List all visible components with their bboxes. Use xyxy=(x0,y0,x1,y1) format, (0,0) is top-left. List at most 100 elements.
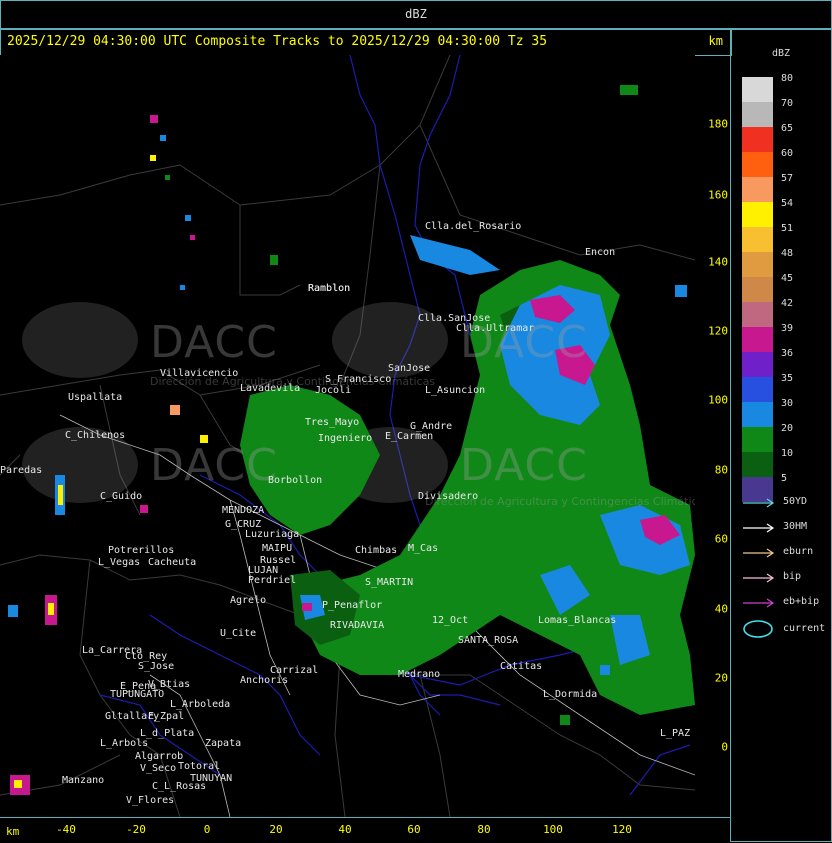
legend-level-label: 65 xyxy=(781,123,794,134)
current-label: current xyxy=(783,623,826,634)
place-label: Tres_Mayo xyxy=(305,417,360,428)
y-axis: 180 160 140 120 100 80 60 40 20 0 xyxy=(695,55,730,817)
y-tick-label: 0 xyxy=(721,740,728,754)
legend-level-label: 80 xyxy=(781,73,794,84)
place-label: MENDOZA xyxy=(222,505,265,516)
legend-level-label: 70 xyxy=(781,98,794,109)
place-label: L_Vegas xyxy=(98,557,141,568)
watermark-text: DACC xyxy=(460,440,588,491)
y-tick-label: 100 xyxy=(708,393,728,407)
place-label: V_Flores xyxy=(126,795,175,806)
place-label: E_Carmen xyxy=(385,431,434,442)
track-arrow-icon xyxy=(743,598,775,608)
place-label: Jocoli xyxy=(315,385,352,396)
radar-map[interactable]: DACC DACC DACC DACC Dirección de Agricul… xyxy=(0,55,695,817)
legend-level-label: 45 xyxy=(781,273,794,284)
track-label: eb+bip xyxy=(783,596,820,607)
place-label: M_Cas xyxy=(408,543,439,554)
legend-level-label: 42 xyxy=(781,298,794,309)
x-unit-label: km xyxy=(6,825,20,838)
legend-swatch xyxy=(742,177,773,202)
place-label: P_Penaflor xyxy=(322,600,383,611)
place-label: Lomas_Blancas xyxy=(538,615,617,626)
place-label: 12_Oct xyxy=(432,615,469,626)
track-label: 30HM xyxy=(783,521,808,532)
place-label: Russel xyxy=(260,555,297,566)
place-label: Anchoris xyxy=(240,675,289,686)
place-label: Lavadevila xyxy=(240,383,301,394)
track-label: bip xyxy=(783,571,802,582)
place-label: U_Cite xyxy=(220,628,257,639)
legend-swatch xyxy=(742,202,773,227)
top-bar: dBZ xyxy=(0,0,832,30)
place-label: SANTA_ROSA xyxy=(458,635,519,646)
y-tick-label: 140 xyxy=(708,255,728,269)
y-tick-label: 60 xyxy=(714,532,728,546)
place-label: SanJose xyxy=(388,363,431,374)
place-label: Manzano xyxy=(62,775,105,786)
map-title: 2025/12/29 04:30:00 UTC Composite Tracks… xyxy=(7,34,548,49)
x-tick-label: 40 xyxy=(338,823,352,836)
legend-title: dBZ xyxy=(771,48,791,59)
place-label: L_Dormida xyxy=(543,689,598,700)
legend-level-label: 35 xyxy=(781,373,794,384)
place-label: Divisadero xyxy=(418,491,479,502)
x-tick-label: -20 xyxy=(126,823,146,836)
place-label: Potrerillos xyxy=(108,545,175,556)
legend-swatch xyxy=(742,252,773,277)
place-label: V_Seco xyxy=(140,763,177,774)
place-label: S_MARTIN xyxy=(365,577,414,588)
legend-level-label: 5 xyxy=(781,473,788,484)
track-arrow-icon xyxy=(743,573,775,583)
place-label: Villavicencio xyxy=(160,368,239,379)
place-label: Chimbas xyxy=(355,545,398,556)
place-label: Ramblon xyxy=(308,283,351,294)
place-label: L_PAZ xyxy=(660,728,691,739)
y-tick-label: 40 xyxy=(714,602,728,616)
track-arrow-icon xyxy=(743,523,775,533)
place-label: C_Guido xyxy=(100,491,143,502)
place-label: C_L_Rosas xyxy=(152,781,207,792)
km-unit-label: km xyxy=(708,34,723,48)
place-label: Paredas xyxy=(0,465,43,476)
place-label: RIVADAVIA xyxy=(330,620,385,631)
place-label: Medrano xyxy=(398,669,441,680)
place-label: Luzuriaga xyxy=(245,529,300,540)
place-label: Clla.Ultramar xyxy=(456,323,535,334)
place-label: L_Arbols xyxy=(100,738,149,749)
legend-swatch xyxy=(742,452,773,477)
place-label: Zapata xyxy=(205,738,242,749)
legend-swatch xyxy=(742,277,773,302)
legend-level-label: 51 xyxy=(781,223,794,234)
x-tick-label: 20 xyxy=(269,823,283,836)
current-marker-icon xyxy=(743,620,773,638)
legend-level-label: 39 xyxy=(781,323,794,334)
y-tick-label: 160 xyxy=(708,188,728,202)
y-tick-label: 120 xyxy=(708,324,728,338)
place-label: L_Asuncion xyxy=(425,385,486,396)
place-label: Clla.del_Rosario xyxy=(425,221,522,232)
x-tick-label: 120 xyxy=(612,823,632,836)
place-label: L_Arboleda xyxy=(170,699,231,710)
place-label: Encon xyxy=(585,247,616,258)
legend-swatch xyxy=(742,427,773,452)
place-label: S_Jose xyxy=(138,661,175,672)
place-label: Algarrob xyxy=(135,751,184,762)
y-tick-label: 20 xyxy=(714,671,728,685)
legend-level-label: 57 xyxy=(781,173,794,184)
place-label: MAIPU xyxy=(262,543,293,554)
place-label: Totoral xyxy=(178,761,221,772)
place-label: E_Zpal xyxy=(148,711,185,722)
place-label: S_Francisco xyxy=(325,374,392,385)
place-label: Ingeniero xyxy=(318,433,373,444)
product-label: dBZ xyxy=(405,7,427,21)
watermark-text: DACC xyxy=(150,440,278,491)
track-label: eburn xyxy=(783,546,814,557)
place-label: G_Andre xyxy=(410,421,453,432)
place-label: TUPUNGATO xyxy=(110,689,165,700)
place-label: Perdriel xyxy=(248,575,297,586)
legend-level-label: 30 xyxy=(781,398,794,409)
legend-swatch xyxy=(742,327,773,352)
legend-level-label: 48 xyxy=(781,248,794,259)
legend-level-label: 60 xyxy=(781,148,794,159)
